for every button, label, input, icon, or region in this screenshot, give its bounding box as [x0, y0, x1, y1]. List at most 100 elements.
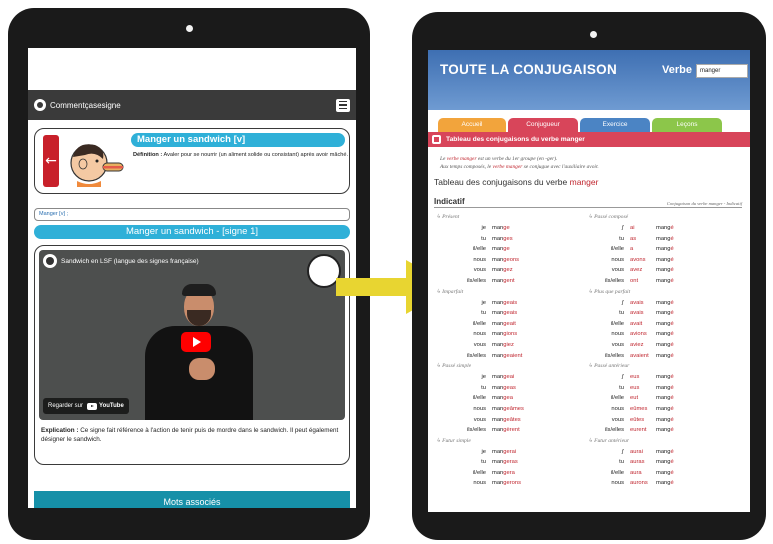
- past-participle: mangé: [656, 244, 674, 255]
- auxiliary: avait: [630, 320, 643, 327]
- conjugation-row: vous mangez: [436, 265, 588, 276]
- tab-accueil[interactable]: Accueil: [438, 118, 506, 132]
- verb-link[interactable]: verbe manger: [447, 156, 477, 162]
- right-tablet-screen: TOUTE LA CONJUGAISON Verbe manger Accuei…: [428, 50, 750, 512]
- explanation-label: Explication :: [41, 427, 79, 434]
- conjugated-verb: mangez: [492, 265, 513, 276]
- conjugated-verb: mangèrent: [492, 425, 520, 436]
- verb-radical: man: [492, 256, 504, 263]
- conjugated-verb: mangea: [492, 393, 513, 404]
- participle-radical: mang: [656, 331, 671, 338]
- video-card: Sandwich en LSF (langue des signes franç…: [34, 245, 350, 465]
- pronoun: je: [481, 448, 486, 455]
- tab-exercice[interactable]: Exercice: [580, 118, 650, 132]
- verb-radical: man: [492, 320, 504, 327]
- verb-radical: man: [492, 277, 504, 284]
- participle-radical: mang: [656, 256, 671, 263]
- youtube-video-player[interactable]: Sandwich en LSF (langue des signes franç…: [39, 250, 345, 420]
- compound-tenses-column: Passé composéj'aimangétuasmangéil/elleam…: [588, 212, 740, 489]
- tab-lecons[interactable]: Leçons: [652, 118, 722, 132]
- conjugation-row: j' avais mangé: [588, 298, 740, 309]
- conjugation-row: vous eûtes mangé: [588, 415, 740, 426]
- channel-avatar-icon[interactable]: [43, 254, 57, 268]
- page-body: ← Manger un sandwich [v] Définition : Av…: [28, 120, 356, 508]
- video-title[interactable]: Sandwich en LSF (langue des signes franç…: [61, 258, 199, 265]
- tense-block: Passé simplejemangeaitumangeasil/elleman…: [436, 361, 588, 436]
- tense-block: Futur simplejemangeraitumangerasil/ellem…: [436, 436, 588, 489]
- verb-radical: man: [492, 331, 504, 338]
- top-navbar: Commentçasesigne: [28, 90, 356, 120]
- explanation-text: Ce signe fait référence à l'action de te…: [41, 427, 339, 443]
- mode-name: Indicatif: [434, 197, 465, 206]
- conjugation-row: je mangeai: [436, 372, 588, 383]
- conjugated-verb: mangent: [492, 276, 515, 287]
- participle-ending: é: [670, 480, 674, 487]
- camera-dot: [590, 31, 597, 38]
- brand[interactable]: Commentçasesigne: [34, 99, 121, 111]
- pronoun: vous: [611, 416, 624, 423]
- watch-on-youtube-button[interactable]: Regarder sur YouTube: [43, 398, 129, 414]
- back-button[interactable]: ←: [43, 135, 59, 187]
- participle-ending: é: [670, 469, 674, 476]
- participle-ending: é: [670, 235, 674, 242]
- tense-name: Passé composé: [588, 212, 740, 223]
- verb-radical: man: [492, 267, 504, 274]
- conjugation-row: vous avez mangé: [588, 265, 740, 276]
- tense-name: Présent: [436, 212, 588, 223]
- tense-block: Passé antérieurj'eusmangétueusmangéil/el…: [588, 361, 740, 436]
- participle-ending: é: [670, 459, 674, 466]
- participle-radical: mang: [656, 299, 671, 306]
- mode-link[interactable]: Conjugaison du verbe manger - Indicatif: [667, 201, 742, 206]
- participle-ending: é: [670, 395, 674, 402]
- definition: Définition : Avaler pour se nourrir (un …: [133, 151, 349, 159]
- pronoun: tu: [481, 235, 486, 242]
- participle-ending: é: [670, 352, 674, 359]
- pronoun: nous: [473, 331, 486, 338]
- breadcrumb[interactable]: Manger [v] ;: [34, 208, 350, 221]
- tab-conjugueur[interactable]: Conjugueur: [508, 118, 578, 132]
- verb-radical: man: [492, 405, 504, 412]
- past-participle: mangé: [656, 329, 674, 340]
- participle-radical: mang: [656, 448, 671, 455]
- conjugated-verb: mangions: [492, 329, 517, 340]
- eating-sandwich-illustration-icon: [70, 144, 124, 187]
- signer-hair: [182, 284, 216, 296]
- intro-text: Aux temps composés, le: [440, 164, 493, 170]
- conjugation-row: nous avions mangé: [588, 329, 740, 340]
- verb-ending: geas: [503, 384, 516, 391]
- participle-ending: é: [670, 267, 674, 274]
- related-words-button[interactable]: Mots associés: [34, 491, 350, 508]
- participle-ending: é: [670, 341, 674, 348]
- participle-radical: mang: [656, 225, 671, 231]
- past-participle: mangé: [656, 340, 674, 351]
- conjugated-verb: mange: [492, 223, 510, 234]
- pronoun: tu: [619, 459, 624, 466]
- conjugation-row: nous mangions: [436, 329, 588, 340]
- table-heading: Tableau des conjugaisons du verbe manger: [428, 171, 750, 187]
- auxiliary: aurai: [630, 448, 643, 455]
- auxiliary: avez: [630, 267, 643, 274]
- participle-ending: é: [670, 256, 674, 263]
- mode-header: Indicatif Conjugaison du verbe manger - …: [434, 197, 742, 208]
- verb-ending: geâtes: [503, 416, 521, 423]
- past-participle: mangé: [656, 415, 674, 426]
- past-participle: mangé: [656, 393, 674, 404]
- verb-link[interactable]: verbe manger: [493, 164, 523, 170]
- verb-search-input[interactable]: manger: [696, 64, 748, 78]
- conjugation-row: il/elle mangea: [436, 393, 588, 404]
- participle-radical: mang: [656, 277, 671, 284]
- conjugated-verb: mange: [492, 244, 510, 255]
- past-participle: mangé: [656, 383, 674, 394]
- hamburger-menu-icon[interactable]: [336, 98, 350, 112]
- participle-ending: é: [670, 331, 674, 338]
- site-title[interactable]: TOUTE LA CONJUGAISON: [440, 62, 617, 77]
- auxiliary: eut: [630, 395, 639, 402]
- auxiliary: a: [630, 246, 634, 253]
- conjugation-row: tu mangeas: [436, 383, 588, 394]
- pronoun: ils/elles: [466, 277, 486, 284]
- play-icon[interactable]: [181, 332, 211, 352]
- conjugation-row: tu manges: [436, 234, 588, 245]
- intro-text: Le: [440, 156, 447, 162]
- youtube-wordmark: YouTube: [99, 403, 124, 409]
- pronoun: il/elle: [610, 469, 624, 476]
